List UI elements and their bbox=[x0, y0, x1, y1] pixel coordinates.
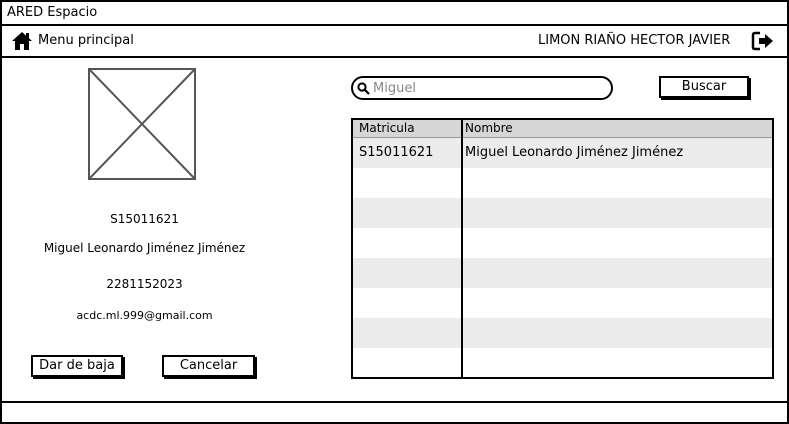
home-icon[interactable] bbox=[11, 31, 33, 51]
menu-bar: Menu principal LIMON RIAÑO HECTOR JAVIER bbox=[2, 26, 787, 58]
table-row-empty bbox=[353, 168, 772, 198]
column-divider bbox=[461, 120, 463, 377]
logout-icon[interactable] bbox=[751, 31, 775, 51]
column-header-matricula[interactable]: Matricula bbox=[359, 121, 415, 135]
cancel-button[interactable]: Cancelar bbox=[162, 355, 255, 377]
window-title: ARED Espacio bbox=[7, 5, 98, 20]
student-photo-placeholder bbox=[88, 68, 196, 180]
student-phone: 2281152023 bbox=[106, 277, 183, 291]
table-row-empty bbox=[353, 258, 772, 288]
search-icon bbox=[357, 82, 370, 95]
student-name: Miguel Leonardo Jiménez Jiménez bbox=[43, 241, 246, 255]
results-table: Matricula Nombre S15011621 Miguel Leonar… bbox=[351, 118, 774, 379]
title-bar: ARED Espacio bbox=[2, 2, 787, 26]
table-row[interactable]: S15011621 Miguel Leonardo Jiménez Jiméne… bbox=[353, 138, 772, 168]
table-row-empty bbox=[353, 198, 772, 228]
app-window: ARED Espacio Menu principal LIMON RIAÑO … bbox=[0, 0, 789, 424]
dar-de-baja-button[interactable]: Dar de baja bbox=[31, 355, 123, 377]
status-bar bbox=[2, 401, 787, 424]
column-header-nombre[interactable]: Nombre bbox=[465, 121, 513, 135]
search-box[interactable] bbox=[351, 76, 613, 100]
table-header: Matricula Nombre bbox=[353, 120, 772, 138]
user-name: LIMON RIAÑO HECTOR JAVIER bbox=[538, 33, 731, 48]
cell-matricula: S15011621 bbox=[359, 145, 434, 160]
cell-nombre: Miguel Leonardo Jiménez Jiménez bbox=[465, 145, 684, 160]
student-email: acdc.ml.999@gmail.com bbox=[76, 309, 213, 322]
search-button[interactable]: Buscar bbox=[659, 76, 749, 98]
table-row-empty bbox=[353, 288, 772, 318]
search-input[interactable] bbox=[373, 79, 603, 97]
table-row-empty bbox=[353, 348, 772, 377]
table-row-empty bbox=[353, 228, 772, 258]
main-menu-link[interactable]: Menu principal bbox=[38, 33, 134, 48]
table-row-empty bbox=[353, 318, 772, 348]
student-matricula: S15011621 bbox=[110, 212, 179, 226]
